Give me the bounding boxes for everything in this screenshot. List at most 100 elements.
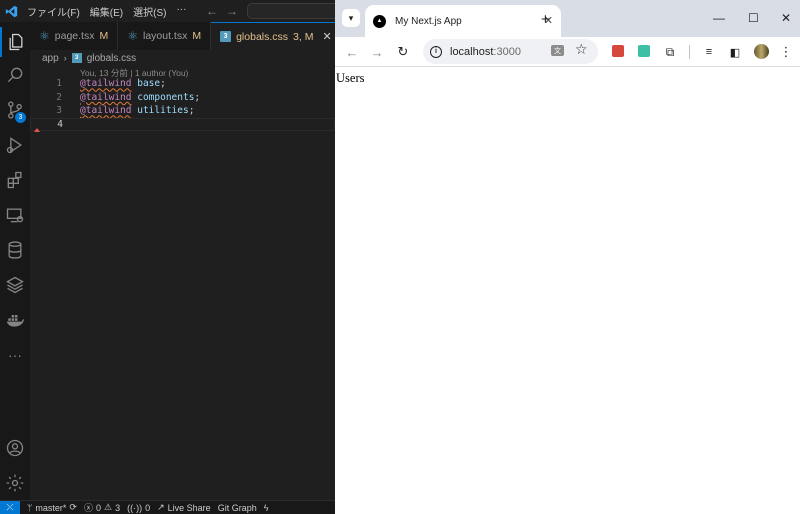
- error-count: 0: [95, 502, 101, 513]
- ports-count: 0: [145, 502, 151, 513]
- close-icon[interactable]: ✕: [322, 30, 331, 43]
- site-info-icon[interactable]: i: [430, 45, 442, 58]
- new-tab-plus-icon[interactable]: +: [541, 11, 550, 28]
- database-icon[interactable]: [0, 235, 30, 265]
- gutter-diff-marker: [34, 128, 40, 132]
- web-page-content: Users: [335, 67, 800, 514]
- media-queue-icon[interactable]: ≡: [700, 43, 718, 61]
- explorer-icon[interactable]: [0, 27, 30, 57]
- css-icon: 3: [71, 53, 82, 63]
- git-graph-button[interactable]: Git Graph: [218, 503, 257, 513]
- directive: @tailwind: [80, 105, 132, 117]
- tab-status: M: [192, 30, 202, 42]
- menu-kebab-icon[interactable]: ⋮: [777, 43, 795, 61]
- live-share-button[interactable]: ↗ Live Share: [157, 502, 211, 513]
- tab-globals-css[interactable]: 3 globals.css 3, M ✕: [211, 22, 342, 50]
- directive-value: components: [137, 91, 195, 103]
- desktop: ファイル(F) 編集(E) 選択(S) ··· ← → 3 ··· ⚛ page…: [0, 0, 800, 514]
- source-control-badge: 3: [15, 112, 26, 123]
- tab-search-chevron-icon[interactable]: ▾: [342, 9, 360, 27]
- code-line: 1 @tailwind base;: [30, 77, 335, 91]
- warning-icon: ⚠: [104, 502, 113, 512]
- remote-icon[interactable]: ⤬: [0, 500, 20, 514]
- line-number: 1: [56, 78, 62, 90]
- breadcrumb-folder[interactable]: app: [42, 53, 59, 64]
- profile-avatar[interactable]: [754, 44, 769, 59]
- sync-icon: ⟳: [69, 502, 77, 512]
- forward-icon[interactable]: →: [368, 43, 386, 61]
- minimize-icon[interactable]: —: [713, 11, 725, 25]
- tab-label: page.tsx: [54, 30, 95, 42]
- settings-gear-icon[interactable]: [0, 468, 30, 498]
- tab-page-tsx[interactable]: ⚛ page.tsx M: [30, 22, 119, 50]
- code-line: 2 @tailwind components;: [30, 91, 335, 105]
- run-debug-icon[interactable]: [0, 130, 30, 160]
- branch-icon: ᛘ: [27, 502, 33, 513]
- punctuation: ;: [160, 78, 166, 90]
- docker-icon[interactable]: [0, 305, 30, 335]
- lightning-icon[interactable]: ϟ: [264, 503, 269, 513]
- url-host: localhost: [450, 45, 494, 58]
- directive: @tailwind: [80, 78, 132, 90]
- error-icon: ⓧ: [83, 503, 93, 513]
- source-control-icon[interactable]: 3: [0, 95, 30, 125]
- maximize-icon[interactable]: ☐: [748, 11, 759, 25]
- react-icon: ⚛: [39, 29, 50, 43]
- breadcrumb-file[interactable]: globals.css: [87, 53, 136, 64]
- directive-value: utilities: [137, 105, 189, 117]
- translate-icon[interactable]: 文: [551, 45, 564, 56]
- tab-status: 3, M: [293, 30, 314, 43]
- broadcast-icon: ((·)): [127, 502, 143, 513]
- back-icon[interactable]: ←: [343, 43, 361, 61]
- punctuation: ;: [194, 91, 201, 103]
- vscode-logo-icon: [0, 0, 22, 22]
- ports-indicator[interactable]: ((·)) 0: [127, 503, 150, 513]
- live-share-icon: ↗: [157, 502, 165, 512]
- menu-edit[interactable]: 編集(E): [90, 4, 123, 19]
- breadcrumb: app › 3 globals.css: [30, 50, 335, 66]
- menu-more[interactable]: ···: [176, 4, 186, 19]
- problems-indicator[interactable]: ⓧ 0 ⚠ 3: [84, 501, 120, 514]
- account-icon[interactable]: [0, 433, 30, 463]
- tab-status: M: [99, 30, 109, 42]
- extensions-icon[interactable]: [0, 165, 30, 195]
- more-views-icon[interactable]: ···: [0, 340, 30, 370]
- extensions-puzzle-icon[interactable]: ⧉: [661, 43, 679, 61]
- punctuation: ;: [188, 105, 195, 117]
- address-bar[interactable]: i localhost:3000: [423, 39, 598, 64]
- editor-tabs: ⚛ page.tsx M ⚛ layout.tsx M 3 globals.cs…: [30, 22, 342, 50]
- menu-selection[interactable]: 選択(S): [133, 4, 166, 19]
- menu-file[interactable]: ファイル(F): [27, 4, 80, 19]
- vscode-title-bar: ファイル(F) 編集(E) 選択(S) ··· ← →: [0, 0, 335, 22]
- tab-layout-tsx[interactable]: ⚛ layout.tsx M: [118, 22, 212, 50]
- command-center[interactable]: [247, 3, 335, 19]
- bookmark-star-icon[interactable]: ☆: [575, 41, 588, 58]
- browser-tab-active[interactable]: ▲ My Next.js App ✕: [365, 5, 561, 37]
- menu-bar: ファイル(F) 編集(E) 選択(S) ···: [27, 4, 186, 19]
- url-port: :3000: [493, 45, 521, 58]
- side-panel-icon[interactable]: ◧: [726, 43, 744, 61]
- code-editor[interactable]: You, 13 分前 | 1 author (You) 1 @tailwind …: [30, 66, 335, 500]
- directive: @tailwind: [80, 91, 132, 103]
- branch-indicator[interactable]: ᛘ master* ⟳: [27, 502, 77, 513]
- line-number: 2: [56, 91, 62, 103]
- window-close-icon[interactable]: ✕: [781, 11, 791, 25]
- status-bar: ⤬ ᛘ master* ⟳ ⓧ 0 ⚠ 3 ((·)) 0 ↗ Live Sha…: [0, 500, 335, 514]
- search-icon[interactable]: [0, 60, 30, 90]
- live-share-label: Live Share: [167, 502, 211, 513]
- git-graph-label: Git Graph: [217, 502, 257, 513]
- page-heading: Users: [336, 71, 365, 85]
- browser-window: ▾ ▲ My Next.js App ✕ + — ☐ ✕ ← → ↻ i loc…: [335, 0, 800, 514]
- extension-red-icon[interactable]: [612, 45, 624, 57]
- browser-tab-title: My Next.js App: [395, 15, 462, 27]
- remote-explorer-icon[interactable]: [0, 200, 30, 230]
- react-icon: ⚛: [127, 29, 138, 43]
- tab-label: globals.css: [236, 30, 289, 43]
- forward-arrow-icon[interactable]: →: [226, 4, 238, 18]
- back-arrow-icon[interactable]: ←: [206, 4, 218, 18]
- layers-icon[interactable]: [0, 270, 30, 300]
- code-line-current: 4: [30, 117, 335, 131]
- branch-name: master*: [35, 502, 67, 513]
- extension-teal-icon[interactable]: [638, 45, 650, 57]
- reload-icon[interactable]: ↻: [394, 43, 412, 61]
